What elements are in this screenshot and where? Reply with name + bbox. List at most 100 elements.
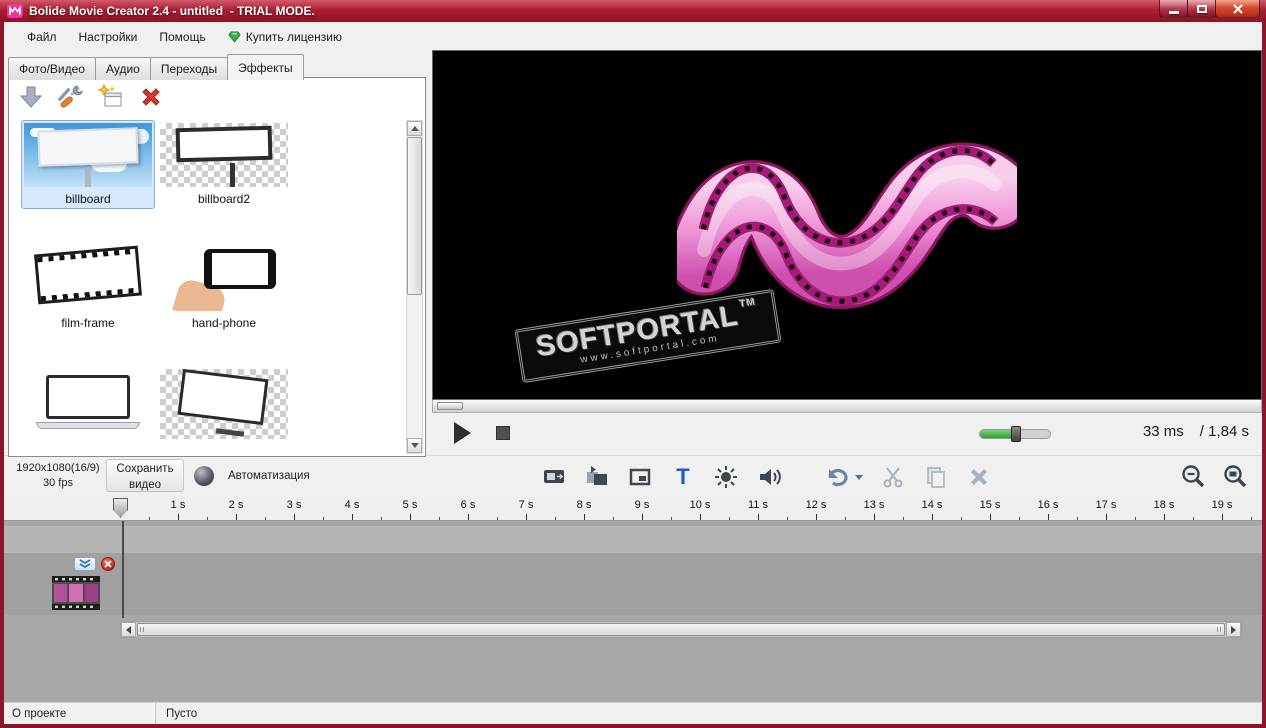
track-controls <box>74 557 115 571</box>
time-display: 33 ms / 1,84 s <box>1143 423 1249 440</box>
close-icon <box>1233 4 1243 14</box>
timeline-horizontal-scrollbar[interactable] <box>120 621 1242 638</box>
chevron-double-down-icon <box>79 559 91 569</box>
remove-track-button[interactable] <box>101 557 115 571</box>
ruler-minor-tick <box>207 517 208 520</box>
tab-effects[interactable]: Эффекты <box>227 54 304 80</box>
effect-item-billboard[interactable]: billboard <box>21 120 155 209</box>
vertical-scrollbar-thumb[interactable] <box>407 137 422 295</box>
timeline-ruler[interactable]: 1 s2 s3 s4 s5 s6 s7 s8 s9 s10 s11 s12 s1… <box>4 495 1262 521</box>
window-title: Bolide Movie Creator 2.4 - untitled - TR… <box>29 4 315 18</box>
copy-pages-icon <box>924 465 948 489</box>
stop-button[interactable] <box>496 426 510 440</box>
scroll-down-button[interactable] <box>407 438 422 453</box>
app-window: Bolide Movie Creator 2.4 - untitled - TR… <box>0 0 1266 728</box>
titlebar[interactable]: Bolide Movie Creator 2.4 - untitled - TR… <box>0 0 1266 22</box>
overlay-picture-button[interactable] <box>627 464 653 490</box>
close-button[interactable] <box>1215 0 1260 18</box>
delete-effect-button[interactable] <box>137 83 165 111</box>
undo-arrow-icon <box>825 465 849 489</box>
sound-button[interactable] <box>756 464 782 490</box>
new-effect-button[interactable] <box>97 83 125 111</box>
collage-icon <box>542 465 566 489</box>
empty-track-band[interactable] <box>4 526 1262 553</box>
triangle-up-icon <box>411 126 419 131</box>
effect-settings-button[interactable] <box>57 83 85 111</box>
video-track-row[interactable] <box>4 553 1262 615</box>
tab-audio[interactable]: Аудио <box>95 57 151 80</box>
effects-grid: billboard billboard2 film-frame <box>21 120 401 454</box>
volume-slider[interactable] <box>979 429 1051 439</box>
playhead-line <box>122 521 124 618</box>
status-about-project: О проекте <box>4 703 156 724</box>
time-current: 33 ms <box>1143 423 1184 440</box>
billboard-thumbnail <box>24 123 152 187</box>
triangle-left-icon <box>126 626 131 634</box>
red-x-icon <box>138 84 164 110</box>
edit-tools-group: T <box>541 464 992 490</box>
volume-handle[interactable] <box>1011 426 1021 442</box>
preview-panel: SOFTPORTALTM www.softportal.com 33 ms / … <box>432 50 1262 455</box>
copy-button[interactable] <box>923 464 949 490</box>
zoom-fit-button[interactable] <box>1222 463 1248 489</box>
add-text-button[interactable]: T <box>670 464 696 490</box>
library-vertical-scrollbar[interactable] <box>406 120 423 454</box>
ruler-minor-tick <box>323 517 324 520</box>
effects-button[interactable] <box>713 464 739 490</box>
add-effect-button[interactable] <box>17 83 45 111</box>
preview-seek-bar[interactable] <box>432 400 1262 413</box>
status-empty: Пусто <box>156 708 197 720</box>
play-button[interactable] <box>454 422 471 444</box>
delete-clip-button[interactable] <box>966 464 992 490</box>
ruler-minor-tick <box>729 517 730 520</box>
render-sphere-icon[interactable] <box>194 466 214 486</box>
collapse-track-button[interactable] <box>74 557 96 571</box>
scroll-right-button[interactable] <box>1226 622 1241 637</box>
ruler-minor-tick <box>1077 517 1078 520</box>
tab-photo-video[interactable]: Фото/Видео <box>8 57 96 80</box>
billboard2-thumbnail <box>160 123 288 187</box>
project-format-label: 1920x1080(16/9) 30 fps <box>14 461 102 492</box>
library-toolbar <box>17 83 165 111</box>
undo-button[interactable] <box>824 464 850 490</box>
menu-buy-license[interactable]: Купить лицензию <box>217 26 353 48</box>
effect-item-hand-phone[interactable]: hand-phone <box>157 238 291 333</box>
maximize-button[interactable] <box>1187 0 1216 18</box>
menu-file[interactable]: Файл <box>16 26 68 48</box>
zoom-out-button[interactable] <box>1180 463 1206 489</box>
transition-button[interactable] <box>584 464 610 490</box>
transition-icon <box>585 465 609 489</box>
effect-item-film-frame[interactable]: film-frame <box>21 238 155 333</box>
ruler-scale: 1 s2 s3 s4 s5 s6 s7 s8 s9 s10 s11 s12 s1… <box>120 495 1262 520</box>
scroll-left-button[interactable] <box>121 622 136 637</box>
collage-button[interactable] <box>541 464 567 490</box>
save-video-button[interactable]: Сохранить видео <box>106 459 184 492</box>
menu-settings[interactable]: Настройки <box>68 26 149 48</box>
undo-dropdown-button[interactable] <box>855 475 863 480</box>
clip-thumbnail[interactable] <box>52 576 100 610</box>
ruler-minor-tick <box>497 517 498 520</box>
minimize-button[interactable] <box>1159 0 1188 18</box>
split-button[interactable] <box>880 464 906 490</box>
text-tool-icon: T <box>676 466 689 488</box>
library-tabs: Фото/Видео Аудио Переходы Эффекты <box>8 54 303 80</box>
laptop-thumbnail <box>24 369 152 439</box>
menu-help[interactable]: Помощь <box>148 26 216 48</box>
hand-phone-thumbnail <box>160 241 288 311</box>
horizontal-scrollbar-thumb[interactable] <box>137 623 1225 636</box>
project-resolution: 1920x1080(16/9) <box>14 461 102 476</box>
effect-item-laptop[interactable] <box>21 366 155 447</box>
speaker-icon <box>757 465 781 489</box>
effect-item-monitor[interactable] <box>157 366 291 447</box>
tab-transitions[interactable]: Переходы <box>150 57 228 80</box>
ruler-minor-tick <box>149 517 150 520</box>
scroll-up-button[interactable] <box>407 121 422 136</box>
magnifier-fit-icon <box>1222 463 1248 489</box>
automation-button[interactable]: Автоматизация <box>228 470 310 482</box>
effects-library-panel: billboard billboard2 film-frame <box>8 77 426 457</box>
effect-label: billboard2 <box>160 192 288 206</box>
effect-item-billboard2[interactable]: billboard2 <box>157 120 291 209</box>
ruler-minor-tick <box>1251 517 1252 520</box>
seek-thumb[interactable] <box>437 402 463 410</box>
ruler-minor-tick <box>1019 517 1020 520</box>
